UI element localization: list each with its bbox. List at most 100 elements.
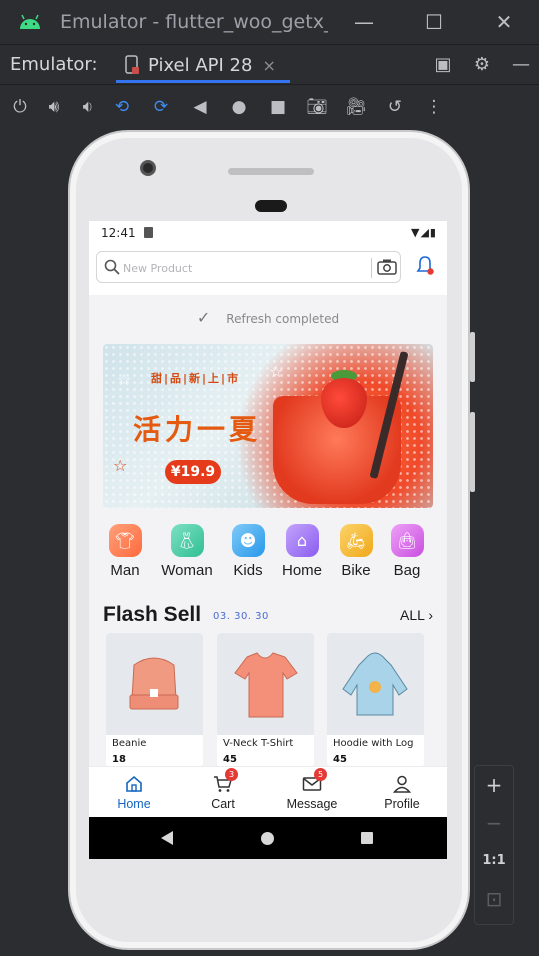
beanie-icon — [129, 657, 179, 710]
android-icon — [20, 14, 40, 29]
nav-label: Profile — [384, 797, 420, 811]
category-home[interactable]: ⌂ Home — [271, 524, 333, 579]
star-icon: ☆ — [269, 362, 284, 381]
side-button — [470, 332, 475, 382]
search-icon — [104, 259, 120, 275]
category-label: Man — [110, 562, 140, 579]
screen-record-icon[interactable]: 🎥︎ — [344, 95, 368, 119]
kids-clothes-icon: ☻ — [231, 524, 265, 557]
hoodie-icon — [342, 652, 408, 716]
star-icon: ☆ — [117, 370, 132, 389]
tab-close-icon[interactable]: × — [262, 56, 275, 75]
product-image — [327, 633, 424, 735]
tshirt-icon — [234, 652, 298, 718]
category-label: Woman — [161, 562, 213, 579]
star-icon: ☆ — [401, 402, 416, 421]
window-titlebar: Emulator - flutter_woo_getx_le — ☐ ✕ — [0, 0, 539, 44]
close-icon[interactable]: ✕ — [492, 10, 516, 34]
volume-down-icon[interactable]: 🔉︎ — [76, 95, 100, 119]
bell-icon[interactable] — [415, 255, 435, 277]
actual-size-button[interactable]: 1:1 — [475, 842, 513, 880]
zoom-out-button[interactable]: − — [475, 804, 513, 842]
earpiece-speaker — [228, 168, 314, 175]
product-card[interactable]: Hoodie with Log 45 — [327, 633, 424, 767]
layout-icon[interactable]: ▣ — [432, 54, 454, 76]
volume-up-icon[interactable]: 🔊︎ — [42, 95, 66, 119]
cart-badge: 3 — [225, 768, 238, 781]
screenshot-icon[interactable]: 📷︎ — [305, 95, 329, 119]
banner-tagline: 甜|品|新|上|市 — [151, 372, 241, 385]
power-icon[interactable]: ⏻ — [8, 95, 32, 119]
product-name: Beanie — [112, 738, 147, 749]
shirt-icon: 👕︎ — [108, 524, 142, 557]
message-badge: 5 — [314, 768, 327, 781]
hide-icon[interactable]: — — [510, 54, 532, 76]
user-icon — [392, 774, 412, 794]
signal-battery-icon: ▼◢▮ — [411, 226, 437, 239]
nav-label: Home — [117, 797, 151, 811]
category-bag[interactable]: 👜︎ Bag — [376, 524, 438, 579]
promo-banner[interactable]: 甜|品|新|上|市 活力一夏 ¥19.9 ☆ ☆ ☆ ☆ — [103, 344, 433, 508]
zoom-in-button[interactable]: + — [475, 766, 513, 804]
fit-screen-icon[interactable]: ⊡ — [475, 880, 513, 918]
maximize-icon[interactable]: ☐ — [422, 10, 446, 34]
product-card[interactable]: V-Neck T-Shirt 45 — [217, 633, 314, 767]
gear-icon[interactable]: ⚙ — [471, 54, 493, 76]
nav-home[interactable]: Home — [89, 767, 179, 818]
check-icon: ✓ — [196, 308, 211, 327]
home-icon[interactable]: ● — [227, 95, 251, 119]
flash-sell-title: Flash Sell — [103, 603, 202, 626]
search-input[interactable] — [123, 256, 363, 280]
volume-rocker — [470, 412, 475, 492]
bottom-nav: Home 3 Cart 5 Message Profile — [89, 766, 447, 817]
nav-profile[interactable]: Profile — [357, 767, 447, 818]
chevron-right-icon: › — [428, 607, 433, 623]
rotate-left-icon[interactable]: ⟲ — [110, 95, 134, 119]
tab-device[interactable]: Pixel API 28 × — [116, 45, 290, 85]
dress-icon: 👗︎ — [170, 524, 204, 557]
more-icon[interactable]: ⋮ — [422, 95, 446, 119]
view-all-link[interactable]: ALL › — [400, 607, 433, 623]
sd-card-icon — [144, 227, 153, 238]
tab-active-indicator — [116, 80, 290, 83]
view-all-label: ALL — [400, 607, 425, 623]
nav-cart[interactable]: 3 Cart — [178, 767, 268, 818]
product-price: 18 — [112, 754, 126, 765]
product-image — [106, 633, 203, 735]
recents-button[interactable] — [361, 832, 373, 844]
mail-icon: 5 — [302, 768, 327, 794]
category-kids[interactable]: ☻ Kids — [217, 524, 279, 579]
nav-message[interactable]: 5 Message — [267, 767, 357, 818]
category-label: Home — [281, 562, 322, 579]
status-time: 12:41 — [101, 226, 136, 240]
device-icon — [125, 55, 139, 74]
back-button[interactable] — [161, 831, 173, 845]
category-label: Kids — [233, 562, 263, 579]
category-man[interactable]: 👕︎ Man — [94, 524, 156, 579]
product-price: 45 — [223, 754, 237, 765]
overview-icon[interactable]: ■ — [266, 95, 290, 119]
refresh-status: ✓ Refresh completed — [89, 301, 447, 335]
flash-sell-products: Beanie 18 V-Neck T-Shirt 45 Hoodie with … — [106, 633, 436, 767]
product-image — [217, 633, 314, 735]
product-price: 45 — [333, 754, 347, 765]
category-woman[interactable]: 👗︎ Woman — [156, 524, 218, 579]
emulator-toolbar: ⏻ 🔊︎ 🔉︎ ⟲ ⟳ ◀ ● ■ 📷︎ 🎥︎ ↺ ⋮ — [0, 84, 539, 128]
zoom-panel: + − 1:1 ⊡ — [474, 765, 514, 925]
rotate-right-icon[interactable]: ⟳ — [149, 95, 173, 119]
system-nav-bar — [89, 817, 447, 859]
flash-sell-countdown: 03. 30. 30 — [213, 611, 269, 622]
minimize-icon[interactable]: — — [352, 10, 376, 34]
home-button[interactable] — [261, 832, 274, 845]
scooter-icon: 🛵︎ — [339, 524, 373, 557]
search-box[interactable] — [96, 251, 401, 283]
product-card[interactable]: Beanie 18 — [106, 633, 203, 767]
product-name: V-Neck T-Shirt — [223, 738, 294, 749]
flash-sell-header: Flash Sell 03. 30. 30 ALL › — [103, 603, 433, 629]
refresh-text: Refresh completed — [226, 312, 340, 326]
home-icon — [124, 774, 144, 794]
snapshot-icon[interactable]: ↺ — [383, 95, 407, 119]
camera-icon[interactable] — [377, 258, 397, 276]
banner-price: ¥19.9 — [165, 460, 221, 484]
back-icon[interactable]: ◀ — [188, 95, 212, 119]
